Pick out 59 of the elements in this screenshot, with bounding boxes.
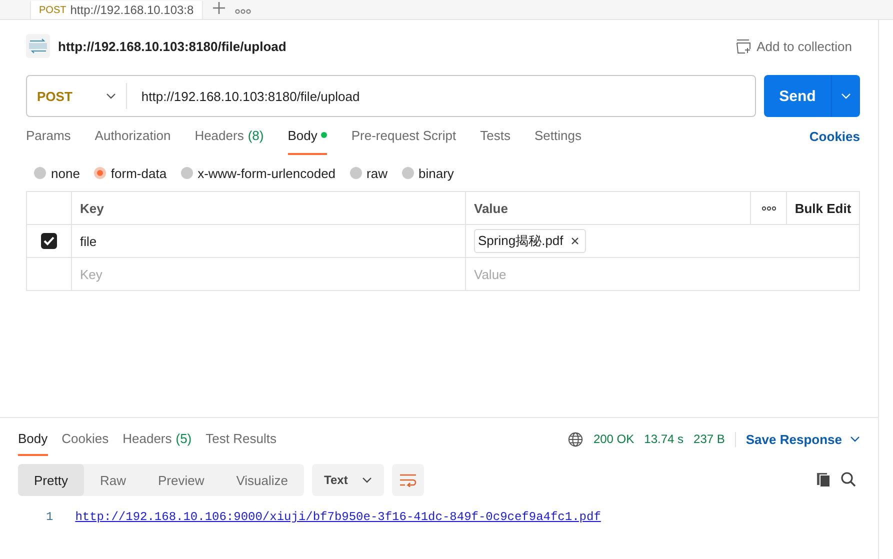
search-icon[interactable]	[841, 472, 856, 487]
bulk-edit-link[interactable]: Bulk Edit	[794, 200, 852, 216]
globe-icon[interactable]	[568, 432, 584, 446]
wrap-lines-button[interactable]	[392, 464, 424, 496]
request-tab[interactable]: Headers (8)	[194, 117, 264, 155]
cookies-link[interactable]: Cookies	[809, 128, 860, 144]
checkbox[interactable]	[41, 233, 57, 249]
caret-icon	[106, 93, 116, 99]
copy-icon[interactable]	[816, 472, 831, 488]
add-to-collection-button[interactable]: Add to collection	[736, 38, 852, 54]
response-time[interactable]: 13.74 s	[644, 432, 684, 446]
radio-button[interactable]	[94, 167, 106, 179]
more-icon[interactable]	[234, 9, 251, 14]
table-cell: file	[80, 234, 97, 248]
request-tab[interactable]: Authorization	[94, 117, 171, 155]
url-bar[interactable]: POST http://192.168.10.103:8180/file/upload	[26, 75, 756, 117]
request-tab[interactable]: Params	[26, 117, 71, 155]
request-tab[interactable]: POST http://192.168.10.103:8	[30, 1, 203, 19]
response-tab[interactable]: Cookies	[62, 422, 109, 456]
radio-label: binary	[418, 166, 454, 180]
response-tab[interactable]: Headers (5)	[122, 422, 192, 456]
response-tab[interactable]: Body	[18, 422, 48, 456]
more-icon[interactable]	[762, 206, 776, 210]
request-tab[interactable]: Body	[288, 117, 328, 155]
radio-label: x-www-form-urlencoded	[198, 166, 336, 180]
radio-button[interactable]	[34, 167, 46, 179]
request-title: http://192.168.10.103:8180/file/upload	[58, 38, 288, 54]
format-dropdown[interactable]: Text	[312, 464, 384, 496]
caret-icon	[841, 93, 851, 99]
request-tab[interactable]: Settings	[534, 117, 582, 155]
url-field[interactable]: http://192.168.10.103:8180/file/upload	[141, 88, 360, 104]
method-dropdown[interactable]: POST	[27, 83, 128, 109]
radio-label: none	[51, 166, 80, 180]
status-code[interactable]: 200 OK	[593, 432, 634, 446]
radio-label: form-data	[110, 166, 167, 180]
caret-icon	[850, 436, 860, 442]
response-size[interactable]: 237 B	[694, 432, 725, 446]
file-name: Spring揭秘.pdf	[478, 232, 564, 250]
radio-button[interactable]	[180, 167, 193, 179]
request-tab[interactable]: Pre-request Script	[351, 117, 456, 155]
plus-icon[interactable]	[212, 2, 225, 14]
collection-add-icon	[736, 38, 751, 54]
request-tab[interactable]: Tests	[480, 117, 510, 155]
radio-button[interactable]	[402, 167, 414, 179]
close-icon[interactable]	[571, 237, 580, 245]
column-header: Value	[474, 200, 508, 216]
radio-button[interactable]	[350, 167, 362, 179]
response-link[interactable]: http://192.168.10.106:9000/xiuji/bf7b950e-3f16-41dc-849f-0c9cef9a4fc1.pdf	[75, 510, 601, 524]
view-mode-tab[interactable]: Pretty	[18, 464, 84, 496]
line-number: 1	[46, 510, 54, 524]
view-mode-tab[interactable]: Raw	[84, 464, 142, 496]
save-response-button[interactable]: Save Response	[734, 432, 860, 446]
caret-icon	[362, 477, 372, 483]
view-mode-tab[interactable]: Visualize	[220, 464, 304, 496]
wrap-icon	[398, 473, 417, 487]
view-mode-tab[interactable]: Preview	[142, 464, 220, 496]
response-tab[interactable]: Test Results	[206, 422, 276, 456]
column-header: Key	[80, 200, 104, 216]
radio-label: raw	[366, 166, 388, 180]
